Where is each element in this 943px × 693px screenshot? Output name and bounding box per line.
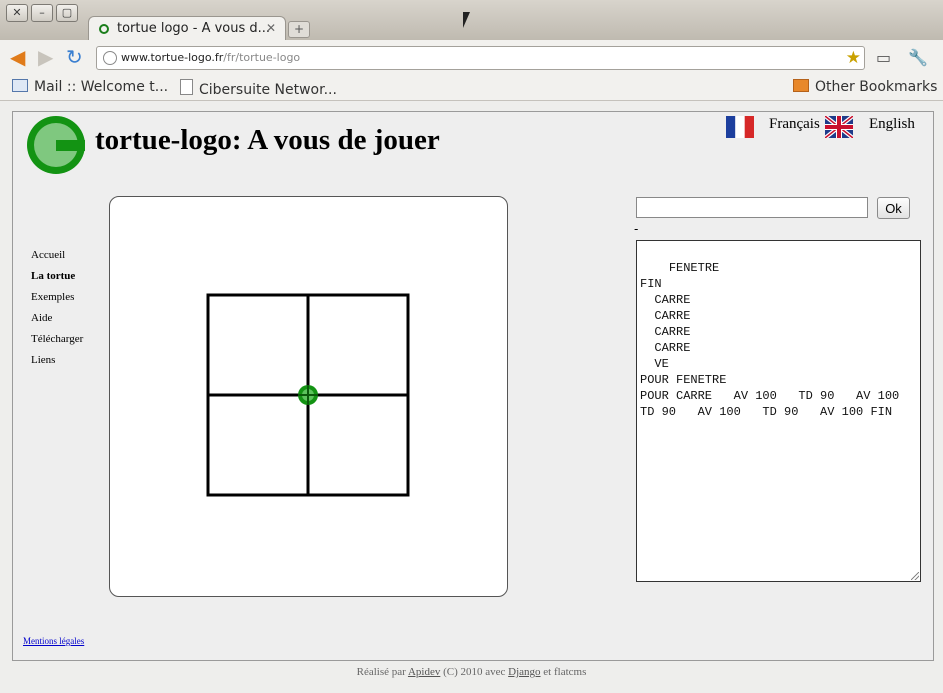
bookmarks-bar: Mail :: Welcome t... Cibersuite Networ..… — [0, 74, 943, 101]
nav-item-la-tortue[interactable]: La tortue — [31, 270, 83, 291]
nav-item-liens[interactable]: Liens — [31, 354, 83, 375]
address-bar[interactable]: www.tortue-logo.fr/fr/tortue-logo ★ — [96, 46, 865, 70]
back-arrow-icon[interactable]: ◀ — [10, 47, 25, 67]
window-maximize-button[interactable]: ▢ — [56, 4, 78, 22]
turtle-canvas[interactable] — [109, 196, 508, 597]
page-content: tortue-logo: A vous de jouer Français En… — [12, 111, 934, 661]
footer-middle: (C) 2010 avec — [443, 666, 506, 678]
forward-arrow-icon[interactable]: ▶ — [38, 47, 53, 67]
page-menu-icon[interactable]: ▭ — [876, 48, 891, 67]
lang-francais-link[interactable]: Français — [769, 116, 820, 133]
tortue-logo-icon[interactable] — [27, 116, 85, 174]
bookmark-star-icon[interactable]: ★ — [846, 48, 861, 68]
sidebar-nav: Accueil La tortue Exemples Aide Téléchar… — [31, 249, 83, 375]
bookmark-cibersuite[interactable]: Cibersuite Networ... — [180, 79, 337, 98]
footer-suffix: et flatcms — [543, 666, 587, 678]
resize-handle-icon[interactable] — [911, 572, 919, 580]
command-input[interactable] — [636, 197, 868, 218]
page-icon — [180, 79, 193, 95]
reload-icon[interactable]: ↻ — [66, 47, 83, 67]
folder-icon — [793, 79, 809, 92]
turtle-drawing — [206, 293, 410, 497]
mouse-cursor-icon — [463, 12, 470, 28]
favicon-icon — [99, 24, 109, 34]
new-tab-button[interactable]: + — [288, 21, 310, 38]
french-flag-icon[interactable] — [726, 116, 754, 138]
tab-close-icon[interactable]: ✕ — [266, 21, 276, 35]
nav-item-telecharger[interactable]: Télécharger — [31, 333, 83, 354]
globe-icon — [103, 51, 117, 65]
nav-item-accueil[interactable]: Accueil — [31, 249, 83, 270]
mail-icon — [12, 79, 28, 92]
window-close-button[interactable]: ✕ — [6, 4, 28, 22]
url-text: www.tortue-logo.fr/fr/tortue-logo — [121, 51, 301, 64]
lang-english-link[interactable]: English — [869, 116, 915, 133]
program-textarea[interactable]: FENETRE FIN CARRE CARRE CARRE CARRE VE P… — [636, 240, 921, 582]
tab-title: tortue logo - A vous d... — [117, 21, 271, 36]
other-bookmarks[interactable]: Other Bookmarks — [793, 79, 937, 95]
page-footer: Réalisé par Apidev (C) 2010 avec Django … — [0, 666, 943, 678]
ok-button[interactable]: Ok — [877, 197, 910, 219]
program-text: FENETRE FIN CARRE CARRE CARRE CARRE VE P… — [640, 261, 900, 419]
status-text: - — [634, 222, 639, 236]
window-minimize-button[interactable]: – — [31, 4, 53, 22]
footer-prefix: Réalisé par — [356, 666, 406, 678]
apidev-link[interactable]: Apidev — [408, 666, 440, 678]
uk-flag-icon[interactable] — [825, 116, 853, 138]
django-link[interactable]: Django — [508, 666, 540, 678]
page-title: tortue-logo: A vous de jouer — [95, 124, 440, 156]
mentions-legales-link[interactable]: Mentions légales — [23, 636, 84, 646]
window-titlebar: ✕ – ▢ tortue logo - A vous d... ✕ + — [0, 0, 943, 42]
nav-item-aide[interactable]: Aide — [31, 312, 83, 333]
turtle-icon — [298, 385, 318, 405]
wrench-icon[interactable]: 🔧 — [908, 48, 928, 67]
nav-item-exemples[interactable]: Exemples — [31, 291, 83, 312]
browser-tab[interactable]: tortue logo - A vous d... ✕ — [88, 16, 286, 42]
bookmark-mail[interactable]: Mail :: Welcome t... — [12, 79, 168, 95]
